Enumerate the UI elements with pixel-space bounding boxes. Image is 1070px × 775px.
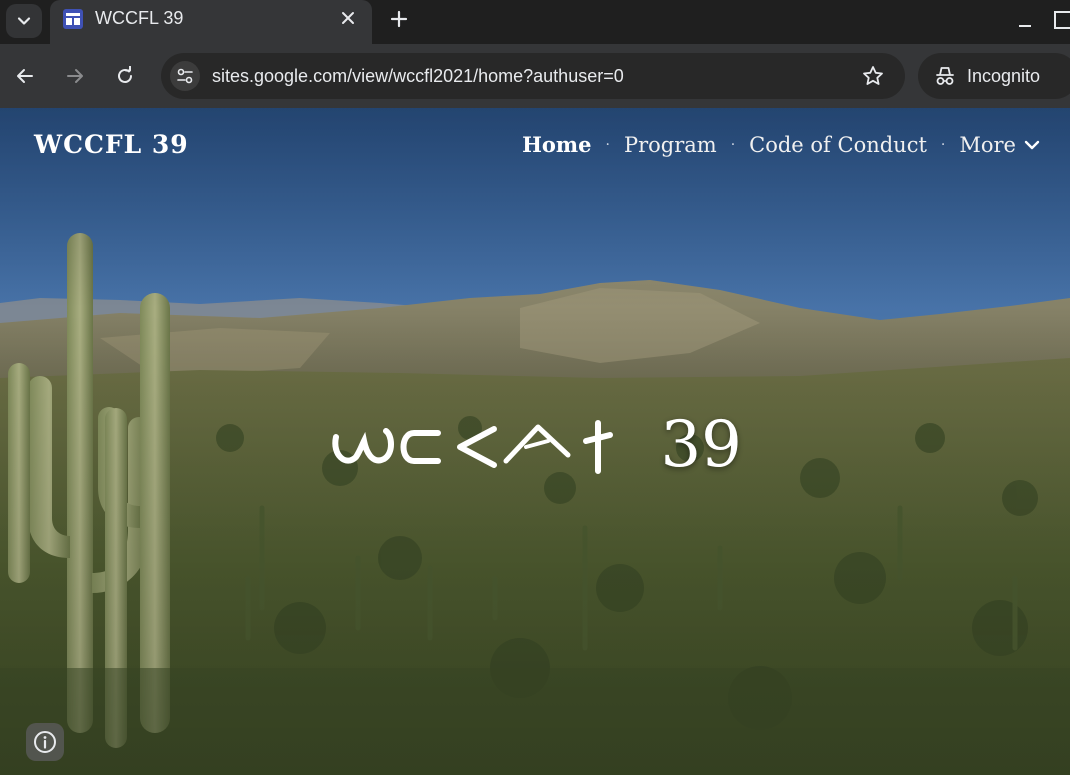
star-icon (863, 66, 883, 85)
maximize-window-button[interactable] (1052, 8, 1070, 32)
site-info-footer-button[interactable] (26, 723, 64, 761)
arrow-left-icon (17, 69, 33, 83)
hero-script-glyphs (332, 419, 614, 474)
nav-item-more[interactable]: More (959, 133, 1040, 157)
browser-tab-bar: WCCFL 39 (0, 0, 1070, 44)
bookmark-button[interactable] (861, 64, 885, 88)
hero-title: 39 (0, 400, 1070, 485)
active-tab[interactable]: WCCFL 39 (50, 0, 372, 44)
nav-item-more-label: More (959, 132, 1016, 157)
minimize-window-button[interactable] (1010, 6, 1040, 36)
incognito-icon (936, 67, 954, 85)
reload-icon (118, 66, 132, 83)
back-button[interactable] (8, 59, 42, 93)
close-tab-button[interactable] (336, 6, 360, 30)
arrow-right-icon (67, 69, 83, 83)
minimize-icon (1019, 25, 1031, 27)
address-bar[interactable]: sites.google.com/view/wccfl2021/home?aut… (161, 53, 905, 99)
tab-search-button[interactable] (6, 4, 42, 38)
chevron-down-icon (17, 17, 31, 25)
site-navigation: Home · Program · Code of Conduct · More (522, 132, 1040, 157)
incognito-button[interactable]: Incognito (918, 53, 1070, 99)
forward-button[interactable] (58, 59, 92, 93)
nav-separator: · (730, 136, 736, 153)
maximize-icon (1054, 11, 1070, 29)
page-viewport: WCCFL 39 Home · Program · Code of Conduc… (0, 108, 1070, 775)
url-text[interactable]: sites.google.com/view/wccfl2021/home?aut… (212, 65, 624, 87)
nav-separator: · (940, 136, 946, 153)
tune-icon (177, 68, 193, 84)
nav-separator: · (605, 136, 610, 153)
hero-number: 39 (660, 407, 742, 482)
close-icon (342, 12, 354, 24)
site-title[interactable]: WCCFL 39 (34, 130, 189, 159)
nav-item-home[interactable]: Home (522, 132, 591, 157)
nav-item-program[interactable]: Program (624, 133, 717, 157)
nav-item-code-of-conduct[interactable]: Code of Conduct (749, 133, 927, 157)
info-icon (34, 731, 56, 753)
site-header: WCCFL 39 Home · Program · Code of Conduc… (0, 108, 1070, 188)
incognito-label: Incognito (967, 66, 1041, 86)
google-sites-icon (63, 9, 83, 29)
site-info-button[interactable] (170, 61, 200, 91)
plus-icon (390, 10, 408, 28)
new-tab-button[interactable] (386, 6, 412, 32)
browser-toolbar: sites.google.com/view/wccfl2021/home?aut… (0, 44, 1070, 108)
tab-title: WCCFL 39 (95, 8, 184, 28)
reload-button[interactable] (108, 59, 142, 93)
chevron-down-icon (1024, 140, 1040, 149)
